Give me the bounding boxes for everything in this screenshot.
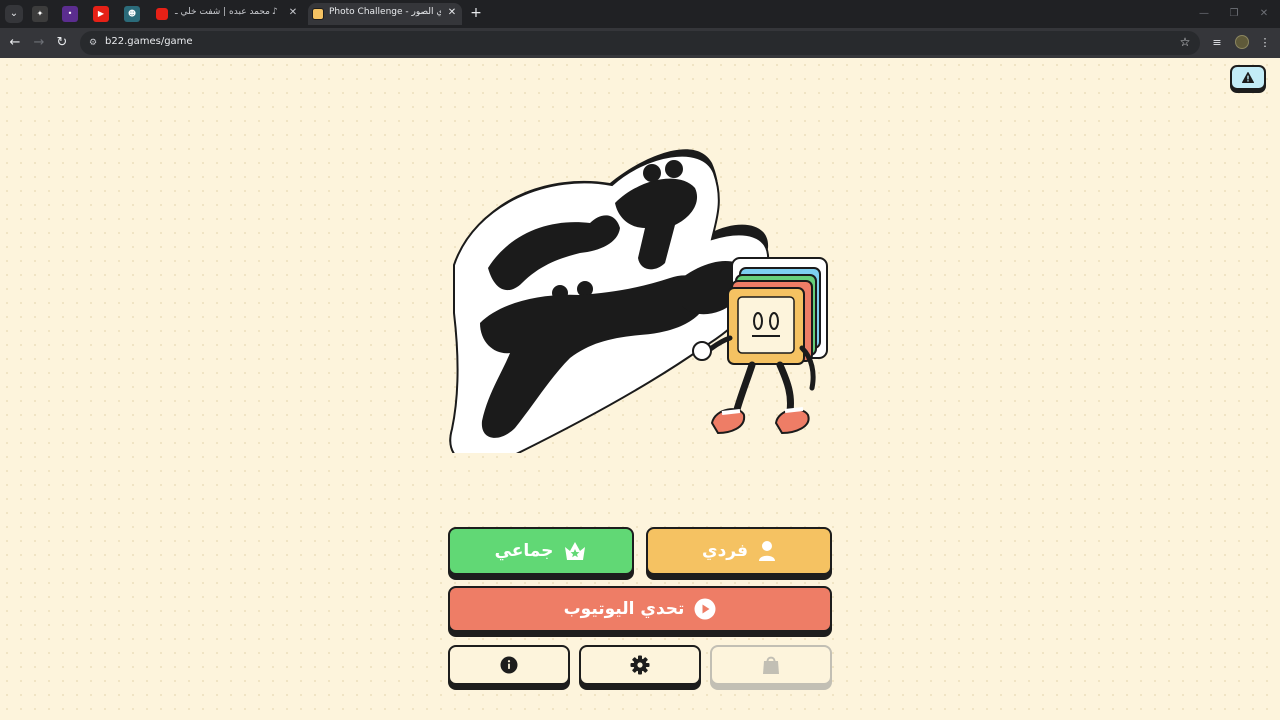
browser-toolbar: ← → ↻ ⚙ b22.games/game ☆ ≡ ⋮: [0, 28, 1280, 58]
shopping-bag-icon: [763, 656, 779, 674]
url-text: b22.games/game: [105, 36, 193, 47]
pinned-tab-1[interactable]: ✦: [32, 6, 48, 22]
play-icon: [694, 598, 716, 620]
purple-favicon-icon: •: [67, 9, 73, 18]
audio-playing-icon: ♪: [272, 7, 278, 17]
browser-tab-bar: ⌄ ✦ • ▶ ☻ ♪ محمد عبده | شفت خلي ـ يع ✕ P…: [0, 0, 1280, 28]
youtube-favicon-icon: [156, 8, 168, 20]
solo-mode-label: فردي: [701, 541, 748, 561]
robot-favicon-icon: ☻: [127, 9, 137, 18]
address-bar[interactable]: ⚙ b22.games/game ☆: [80, 31, 1200, 55]
store-button[interactable]: [710, 645, 832, 685]
gear-icon: [630, 655, 650, 675]
reload-icon[interactable]: ↻: [53, 34, 71, 52]
crown-icon: [565, 542, 586, 560]
tab-youtube-song[interactable]: ♪ محمد عبده | شفت خلي ـ يع ✕: [152, 3, 304, 25]
pinned-tab-2[interactable]: •: [62, 6, 78, 22]
restore-icon[interactable]: ❐: [1227, 7, 1241, 21]
back-arrow-icon[interactable]: ←: [6, 34, 24, 52]
close-tab-icon[interactable]: ✕: [445, 6, 459, 20]
pinned-tab-4[interactable]: ☻: [124, 6, 140, 22]
minimize-icon[interactable]: —: [1197, 7, 1211, 21]
close-tab-icon[interactable]: ✕: [286, 6, 300, 20]
youtube-favicon-icon: ▶: [97, 9, 105, 18]
pinned-tab-3[interactable]: ▶: [93, 6, 109, 22]
tab-search-button[interactable]: ⌄: [5, 5, 23, 23]
new-tab-button[interactable]: +: [468, 5, 484, 21]
profile-avatar[interactable]: [1235, 35, 1249, 49]
settings-button[interactable]: [579, 645, 701, 685]
game-page: تحدي الصور جماعي فردي تحدي اليوتيوب: [0, 58, 1280, 720]
game-logo: تحدي الصور: [440, 143, 840, 466]
youtube-challenge-label: تحدي اليوتيوب: [563, 599, 685, 619]
app-favicon-icon: ✦: [36, 9, 44, 18]
warning-icon: [1242, 72, 1254, 83]
group-mode-label: جماعي: [494, 541, 554, 561]
info-button[interactable]: [448, 645, 570, 685]
user-icon: [759, 541, 775, 561]
solo-mode-button[interactable]: فردي: [646, 527, 832, 575]
media-controls-icon[interactable]: ≡: [1209, 35, 1225, 51]
tab-title: محمد عبده | شفت خلي ـ يع: [174, 7, 270, 17]
group-mode-button[interactable]: جماعي: [448, 527, 634, 575]
youtube-challenge-button[interactable]: تحدي اليوتيوب: [448, 586, 832, 632]
game-favicon-icon: [312, 8, 324, 20]
report-button[interactable]: [1230, 65, 1266, 90]
forward-arrow-icon[interactable]: →: [30, 34, 48, 52]
info-icon: [500, 656, 518, 674]
site-info-icon[interactable]: ⚙: [86, 36, 100, 50]
logo-artwork: [449, 149, 828, 466]
tab-photo-challenge[interactable]: Photo Challenge - تحدي الصور ✕: [308, 3, 462, 25]
close-window-icon[interactable]: ✕: [1257, 7, 1271, 21]
bookmark-star-icon[interactable]: ☆: [1178, 35, 1192, 49]
kebab-menu-icon[interactable]: ⋮: [1257, 35, 1273, 51]
tab-title: Photo Challenge - تحدي الصور: [329, 7, 441, 17]
